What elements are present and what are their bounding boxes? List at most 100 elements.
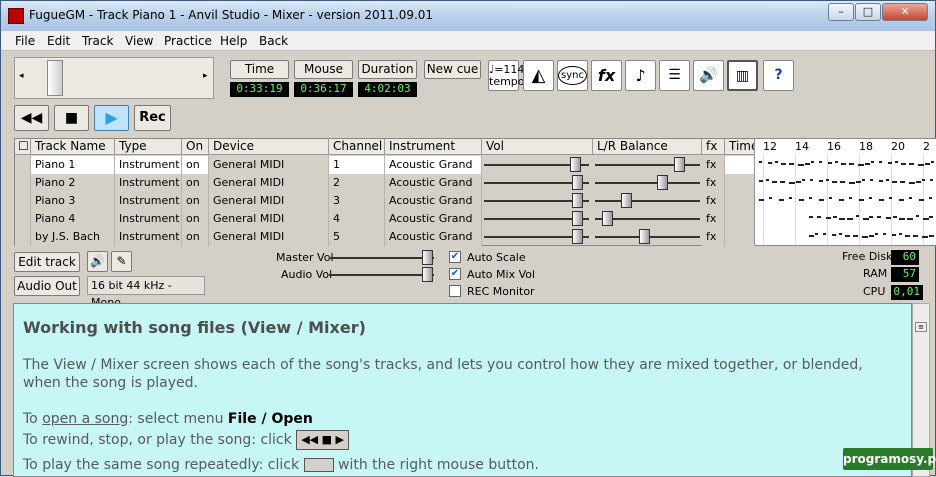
cell-time[interactable] [725,192,755,210]
row-select-cell[interactable] [15,156,31,174]
position-scrollbar[interactable]: ◂ ▸ [14,57,214,99]
mixer-icon[interactable]: ☰ [659,60,690,91]
header-track-name[interactable]: Track Name [31,139,115,155]
fx-icon[interactable]: fx [591,60,622,91]
cell-device[interactable]: General MIDI [209,174,329,192]
cell-name[interactable]: Piano 3 [31,192,115,210]
tools-icon[interactable]: ✎ [111,251,132,272]
cell-device[interactable]: General MIDI [209,192,329,210]
scroll-thumb[interactable]: ≡ [915,322,927,332]
maximize-button[interactable]: □ [855,3,881,21]
cell-on[interactable]: on [182,174,209,192]
vol-slider-thumb[interactable] [571,211,583,226]
keyboard-icon[interactable]: ▥ [727,60,758,91]
cell-channel[interactable]: 2 [329,174,385,192]
master-vol-thumb[interactable] [422,250,433,265]
track-row[interactable]: Piano 3 Instrument on General MIDI 3 Acoustic… [15,192,755,210]
cell-time[interactable] [725,156,755,174]
tempo-icon[interactable]: ♩=114 tempo [488,60,525,91]
speaker-toggle-icon[interactable]: 🔊 [87,251,108,272]
scroll-left-icon[interactable]: ◂ [19,71,24,81]
track-row[interactable]: Piano 4 Instrument on General MIDI 4 Acoustic… [15,210,755,228]
vol-slider-thumb[interactable] [571,193,583,208]
vol-slider-thumb[interactable] [569,157,581,172]
cell-type[interactable]: Instrument [115,192,182,210]
timeline-view[interactable]: 12 14 16 18 20 2 [754,139,936,245]
header-time[interactable]: Time [725,139,755,155]
header-device[interactable]: Device [209,139,329,155]
play-button[interactable]: ▶ [94,105,129,131]
cell-name[interactable]: Piano 2 [31,174,115,192]
cell-instrument[interactable]: Acoustic Grand [385,210,482,228]
scroll-right-icon[interactable]: ▸ [203,71,208,81]
mouse-button[interactable]: Mouse [294,60,353,79]
cell-device[interactable]: General MIDI [209,156,329,174]
balance-slider-track[interactable] [595,200,700,202]
balance-slider-track[interactable] [595,182,700,184]
record-button[interactable]: Rec [134,105,171,131]
header-vol[interactable]: Vol [482,139,593,155]
position-thumb[interactable] [47,60,63,96]
metronome-icon[interactable]: ◭ [523,60,554,91]
balance-slider-thumb[interactable] [674,157,686,172]
time-button[interactable]: Time [230,60,289,79]
menu-file[interactable]: File [15,34,35,48]
cell-fx[interactable]: fx [702,228,725,246]
cell-instrument[interactable]: Acoustic Grand [385,156,482,174]
cell-time[interactable] [725,228,755,246]
header-on[interactable]: On [182,139,209,155]
cell-time[interactable] [725,174,755,192]
balance-slider-thumb[interactable] [656,175,668,190]
rec-monitor-checkbox[interactable] [449,285,461,297]
row-select-cell[interactable] [15,192,31,210]
cell-instrument[interactable]: Acoustic Grand [385,192,482,210]
cell-type[interactable]: Instrument [115,228,182,246]
header-fx[interactable]: fx [702,139,725,155]
cell-channel[interactable]: 1 [329,156,385,174]
menu-view[interactable]: View [125,34,153,48]
cell-type[interactable]: Instrument [115,210,182,228]
duration-button[interactable]: Duration [358,60,417,79]
audio-out-button[interactable]: Audio Out [14,276,80,296]
stop-button[interactable]: ■ [54,105,89,131]
cell-fx[interactable]: fx [702,192,725,210]
menu-practice[interactable]: Practice [164,34,212,48]
cell-name[interactable]: Piano 4 [31,210,115,228]
track-row[interactable]: Piano 2 Instrument on General MIDI 2 Acoustic… [15,174,755,192]
balance-slider-thumb[interactable] [602,211,614,226]
cell-channel[interactable]: 5 [329,228,385,246]
cell-instrument[interactable]: Acoustic Grand [385,174,482,192]
cell-time[interactable] [725,210,755,228]
balance-slider-thumb[interactable] [639,229,651,244]
cell-on[interactable]: on [182,210,209,228]
audio-vol-track[interactable] [329,274,434,276]
menu-help[interactable]: Help [220,34,247,48]
menu-edit[interactable]: Edit [47,34,70,48]
edit-track-button[interactable]: Edit track [14,252,80,272]
cell-on[interactable]: on [182,228,209,246]
cell-fx[interactable]: fx [702,174,725,192]
vol-slider-thumb[interactable] [571,175,583,190]
rewind-button[interactable]: ◀◀ [14,105,49,131]
cell-device[interactable]: General MIDI [209,210,329,228]
auto-scale-checkbox[interactable]: ✔ [449,251,461,263]
header-channel[interactable]: Channel [329,139,385,155]
cell-channel[interactable]: 3 [329,192,385,210]
cell-on[interactable]: on [182,156,209,174]
cell-name[interactable]: by J.S. Bach [31,228,115,246]
speaker-icon[interactable]: 🔊 [693,60,724,91]
cell-type[interactable]: Instrument [115,156,182,174]
audio-vol-thumb[interactable] [422,267,433,282]
row-select-cell[interactable] [15,210,31,228]
cell-fx[interactable]: fx [702,156,725,174]
header-type[interactable]: Type [115,139,182,155]
auto-mix-checkbox[interactable]: ✔ [449,268,461,280]
menu-track[interactable]: Track [82,34,113,48]
row-select-cell[interactable] [15,228,31,246]
row-select-cell[interactable] [15,174,31,192]
help-icon[interactable]: ? [763,60,794,91]
cell-instrument[interactable]: Acoustic Grand [385,228,482,246]
header-instrument[interactable]: Instrument [385,139,482,155]
master-vol-track[interactable] [329,257,434,259]
open-song-link[interactable]: open a song [42,411,128,427]
